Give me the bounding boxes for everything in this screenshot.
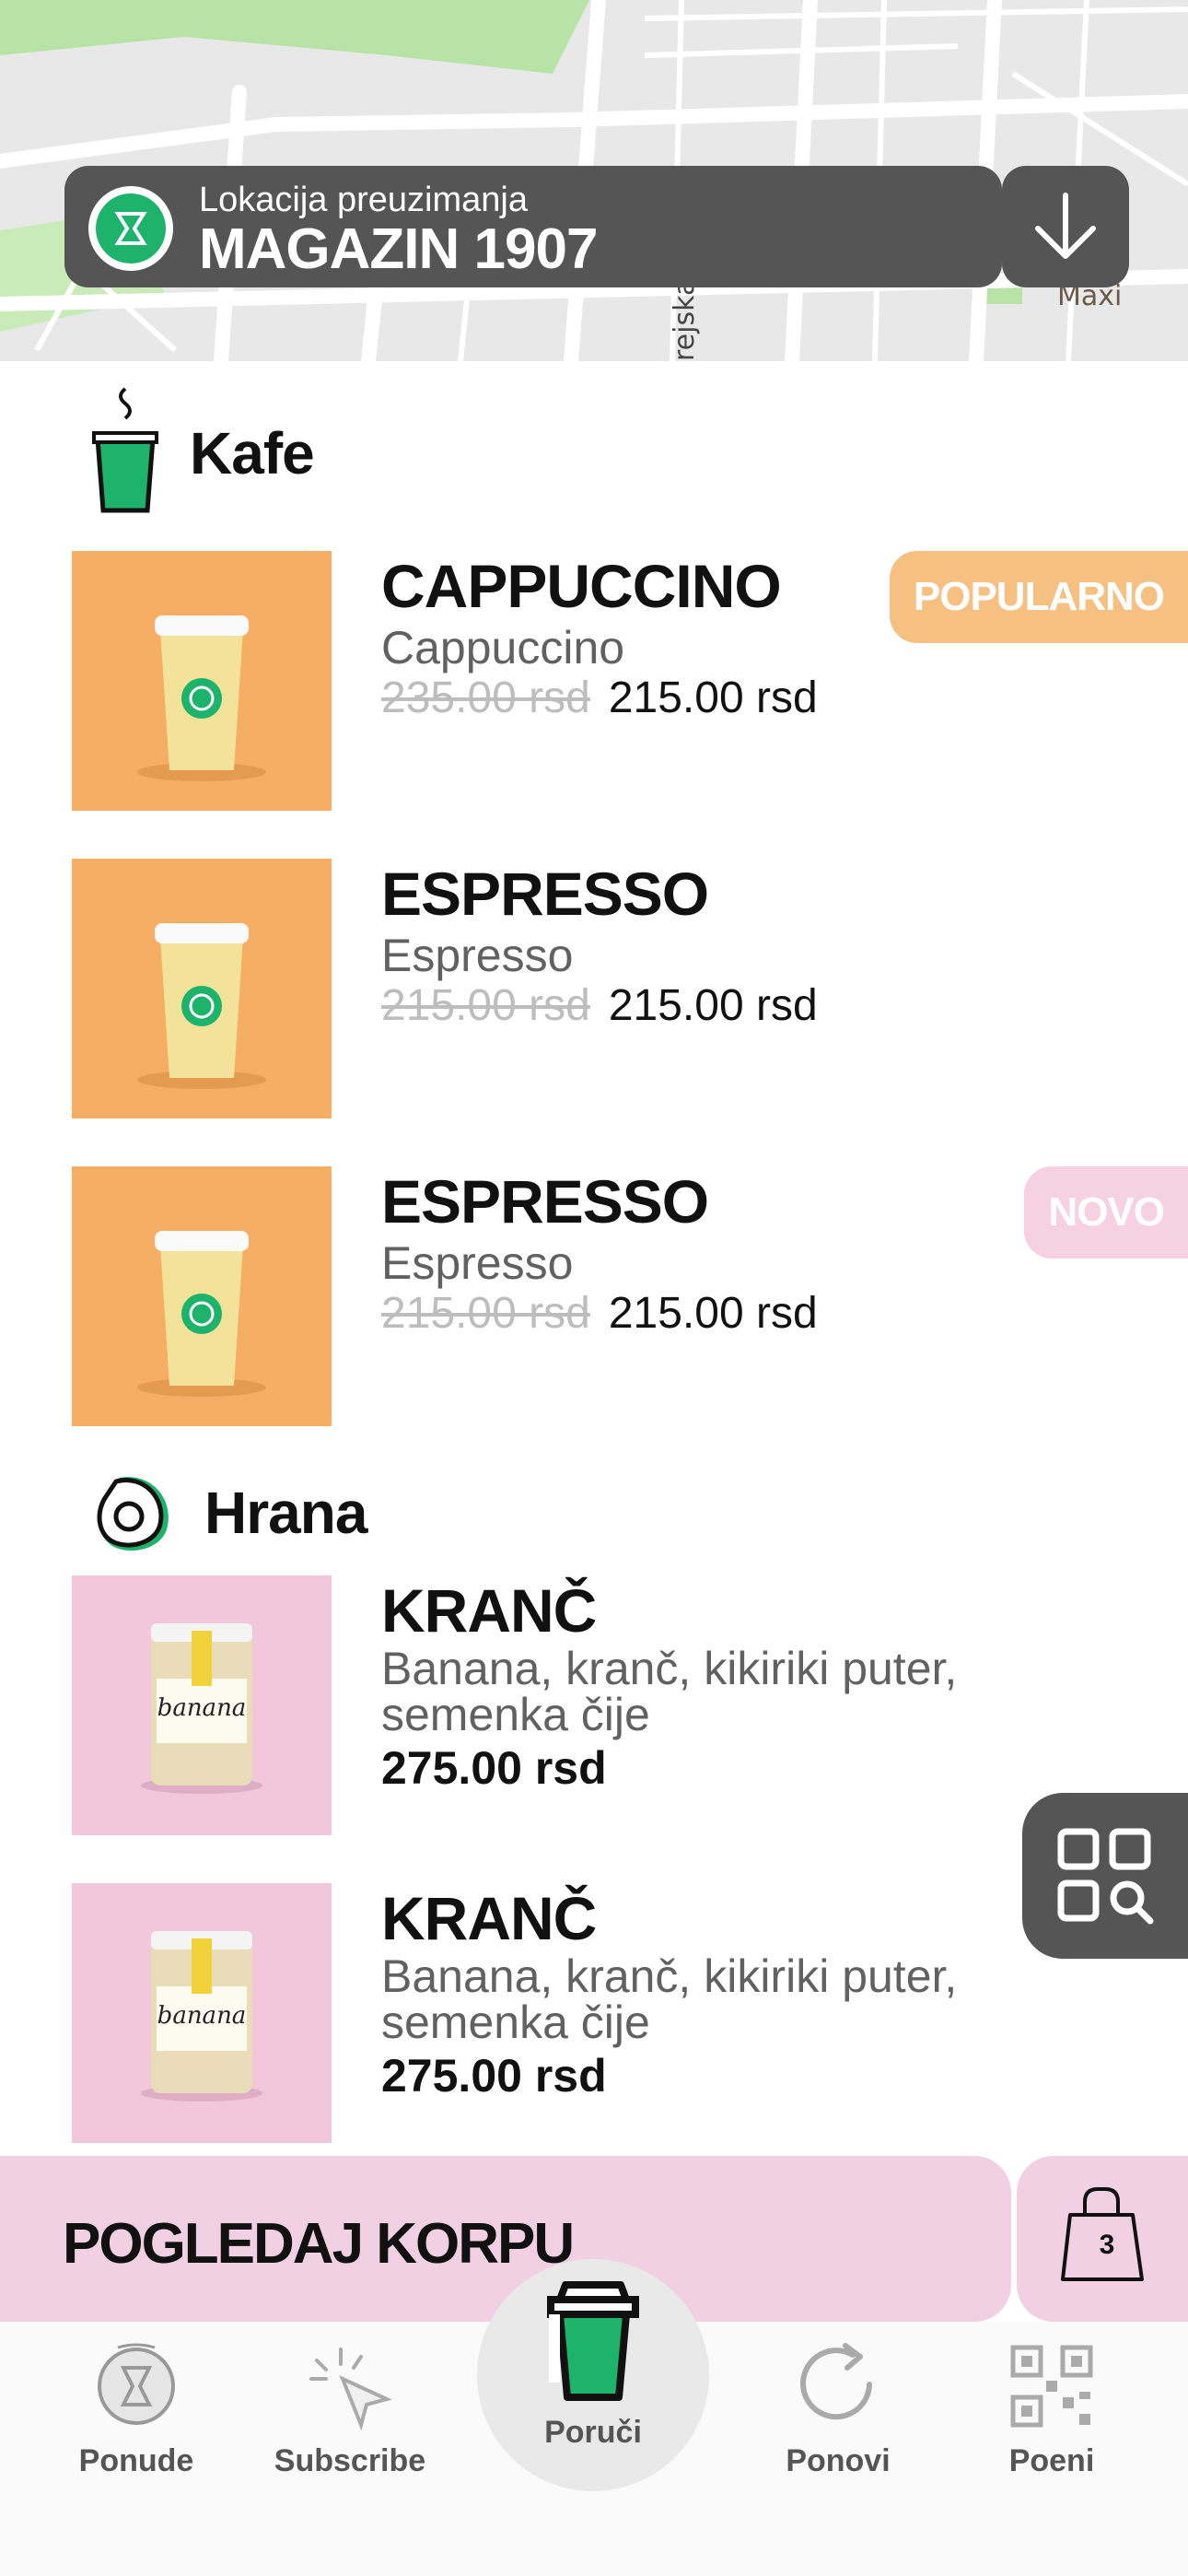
current-price: 215.00 rsd — [608, 981, 818, 1030]
nav-item-ponude[interactable]: Ponude — [35, 2340, 238, 2479]
coffee-cup-icon — [547, 2281, 639, 2401]
badge-popular: POPULARNO — [889, 551, 1188, 643]
cart-count-badge: 3 — [1099, 2230, 1115, 2260]
product-description: Banana, kranč, kikiriki puter, semenka č… — [381, 1950, 958, 2048]
product-card[interactable]: ESPRESSO Espresso 215.00 rsd 215.00 rsd N… — [72, 1166, 1188, 1426]
section-title-hrana: Hrana — [204, 1480, 367, 1546]
offers-icon — [98, 2343, 175, 2425]
pickup-location-name: MAGAZIN 1907 — [199, 217, 598, 281]
product-image: banana — [72, 1575, 332, 1835]
nav-item-poeni[interactable]: Poeni — [950, 2340, 1153, 2479]
grid-search-icon — [1057, 1828, 1154, 1925]
qr-code-icon — [1010, 2345, 1093, 2428]
product-card[interactable]: ESPRESSO Espresso 215.00 rsd 215.00 rsd — [72, 859, 1188, 1118]
product-description: Espresso — [381, 930, 574, 981]
product-image — [72, 859, 332, 1118]
product-prices: 215.00 rsd 215.00 rsd — [381, 1288, 818, 1339]
cursor-click-icon — [309, 2348, 392, 2431]
product-description: Espresso — [381, 1237, 574, 1289]
product-image — [72, 1166, 332, 1426]
change-location-button[interactable] — [1002, 166, 1129, 287]
section-title-kafe: Kafe — [190, 420, 315, 486]
section-header-kafe: Kafe — [88, 387, 315, 520]
pickup-location-selector[interactable]: Lokacija preuzimanja MAGAZIN 1907 — [64, 166, 1002, 287]
product-prices: 235.00 rsd 215.00 rsd — [381, 673, 818, 723]
product-name: KRANČ — [381, 1884, 597, 1952]
nav-item-subscribe[interactable]: Subscribe — [249, 2340, 451, 2479]
current-price: 215.00 rsd — [608, 1289, 818, 1338]
product-card[interactable]: banana KRANČ Banana, kranč, kikiriki put… — [72, 1883, 1188, 2143]
avocado-icon — [97, 1477, 169, 1551]
current-price: 215.00 rsd — [608, 673, 818, 722]
current-price: 275.00 rsd — [381, 1742, 607, 1794]
product-name: ESPRESSO — [381, 1167, 709, 1235]
nav-label: Ponovi — [786, 2443, 891, 2478]
product-description: Cappuccino — [381, 622, 625, 673]
old-price: 235.00 rsd — [381, 673, 590, 722]
old-price: 215.00 rsd — [381, 981, 590, 1030]
svg-text:banana: banana — [157, 1694, 247, 1722]
cart-button[interactable]: 3 — [1017, 2156, 1188, 2322]
product-card[interactable]: CAPPUCCINO Cappuccino 235.00 rsd 215.00 r… — [72, 551, 1188, 811]
product-prices: 215.00 rsd 215.00 rsd — [381, 980, 818, 1031]
nav-item-ponovi[interactable]: Ponovi — [737, 2340, 939, 2479]
coffee-cup-icon — [92, 387, 158, 513]
store-logo-icon — [88, 186, 173, 271]
product-name: ESPRESSO — [381, 860, 709, 928]
nav-label: Poeni — [1008, 2443, 1095, 2478]
product-card[interactable]: banana KRANČ Banana, kranč, kikiriki put… — [72, 1575, 1188, 1835]
product-name: KRANČ — [381, 1576, 597, 1645]
section-header-hrana: Hrana — [88, 1469, 367, 1557]
repeat-icon — [800, 2343, 872, 2420]
product-description: Banana, kranč, kikiriki puter, semenka č… — [381, 1643, 958, 1740]
old-price: 215.00 rsd — [381, 1289, 590, 1338]
current-price: 275.00 rsd — [381, 2050, 607, 2102]
product-image — [72, 551, 332, 811]
map-label-street: rejska — [669, 278, 701, 361]
arrow-down-icon — [1035, 193, 1096, 259]
nav-label: Poruči — [544, 2415, 642, 2450]
product-name: CAPPUCCINO — [381, 552, 782, 620]
svg-text:banana: banana — [157, 2002, 247, 2030]
scan-menu-button[interactable] — [1022, 1793, 1188, 1959]
product-image: banana — [72, 1883, 332, 2143]
nav-label: Subscribe — [274, 2443, 426, 2478]
nav-label: Ponude — [78, 2443, 194, 2478]
nav-item-poruci[interactable]: Poruči — [477, 2266, 709, 2451]
badge-new: NOVO — [1024, 1166, 1188, 1259]
pickup-location-caption: Lokacija preuzimanja — [199, 181, 528, 219]
